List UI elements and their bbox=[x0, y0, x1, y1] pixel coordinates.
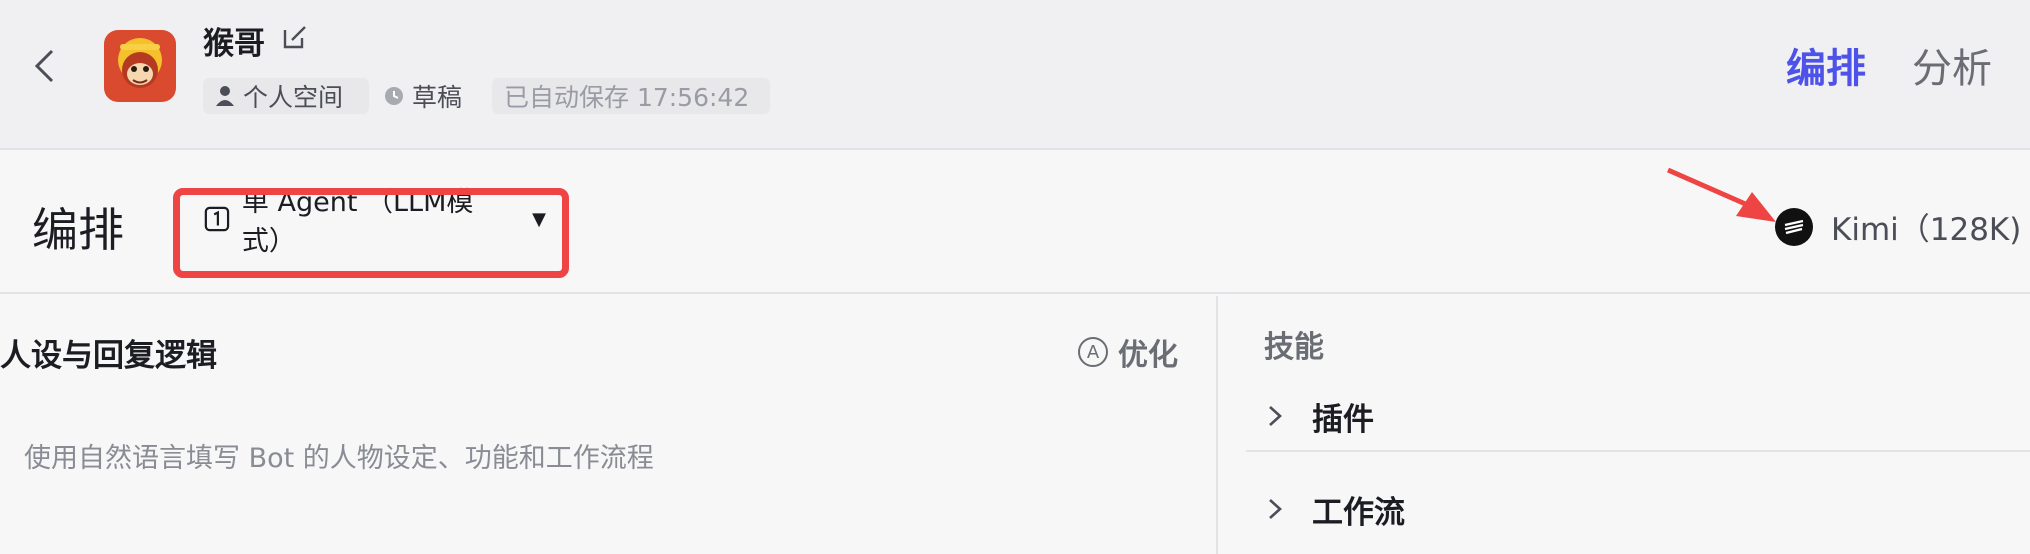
agent-mode-icon bbox=[204, 206, 230, 232]
bot-avatar[interactable] bbox=[104, 30, 176, 102]
clock-icon bbox=[385, 87, 403, 105]
user-icon bbox=[216, 86, 234, 106]
status-badge: 草稿 bbox=[380, 78, 488, 114]
skills-panel: 技能 插件 工作流 bbox=[1220, 296, 2030, 554]
skill-item-workflow[interactable]: 工作流 bbox=[1246, 474, 2030, 544]
skill-item-label: 工作流 bbox=[1312, 494, 1405, 531]
chevron-right-icon bbox=[1269, 406, 1282, 426]
edit-icon bbox=[283, 26, 306, 49]
monkey-avatar-icon bbox=[104, 30, 176, 102]
optimize-button[interactable]: A 优化 bbox=[1078, 330, 1178, 374]
agent-mode-select[interactable]: 单 Agent （LLM模式） ▼ bbox=[196, 187, 546, 257]
back-arrow-icon bbox=[34, 49, 54, 83]
optimize-label: 优化 bbox=[1118, 338, 1178, 373]
tab-analyze[interactable]: 分析 bbox=[1912, 36, 1992, 94]
model-select[interactable]: Kimi（128K) bbox=[1775, 204, 2021, 249]
space-label: 个人空间 bbox=[243, 83, 344, 112]
optimize-icon: A bbox=[1078, 337, 1108, 367]
status-label: 草稿 bbox=[412, 83, 463, 112]
skill-item-label: 插件 bbox=[1312, 401, 1374, 438]
tab-arrange[interactable]: 编排 bbox=[1786, 36, 1866, 94]
chevron-right-icon bbox=[1269, 499, 1282, 519]
app-header: 猴哥 个人空间 草稿 已自动保存 17:56:42 编排 分析 bbox=[0, 0, 2030, 150]
section-title: 编排 bbox=[32, 203, 124, 257]
skills-title: 技能 bbox=[1264, 330, 1324, 365]
autosave-status: 已自动保存 17:56:42 bbox=[492, 78, 770, 114]
skill-item-plugins[interactable]: 插件 bbox=[1246, 382, 2030, 452]
model-label: Kimi（128K) bbox=[1831, 212, 2022, 248]
bot-name: 猴哥 bbox=[203, 26, 265, 62]
caret-down-icon: ▼ bbox=[532, 208, 546, 230]
edit-name-button[interactable] bbox=[280, 22, 312, 54]
persona-heading: 人设与回复逻辑 bbox=[0, 338, 217, 374]
persona-prompt-input[interactable]: 使用自然语言填写 Bot 的人物设定、功能和工作流程 bbox=[24, 436, 1184, 475]
annotation-arrow-icon bbox=[1666, 167, 1776, 222]
agent-mode-label: 单 Agent （LLM模式） bbox=[241, 187, 474, 257]
persona-panel: 人设与回复逻辑 A 优化 使用自然语言填写 Bot 的人物设定、功能和工作流程 bbox=[0, 296, 1218, 554]
space-badge: 个人空间 bbox=[203, 78, 369, 114]
back-button[interactable] bbox=[24, 46, 64, 86]
